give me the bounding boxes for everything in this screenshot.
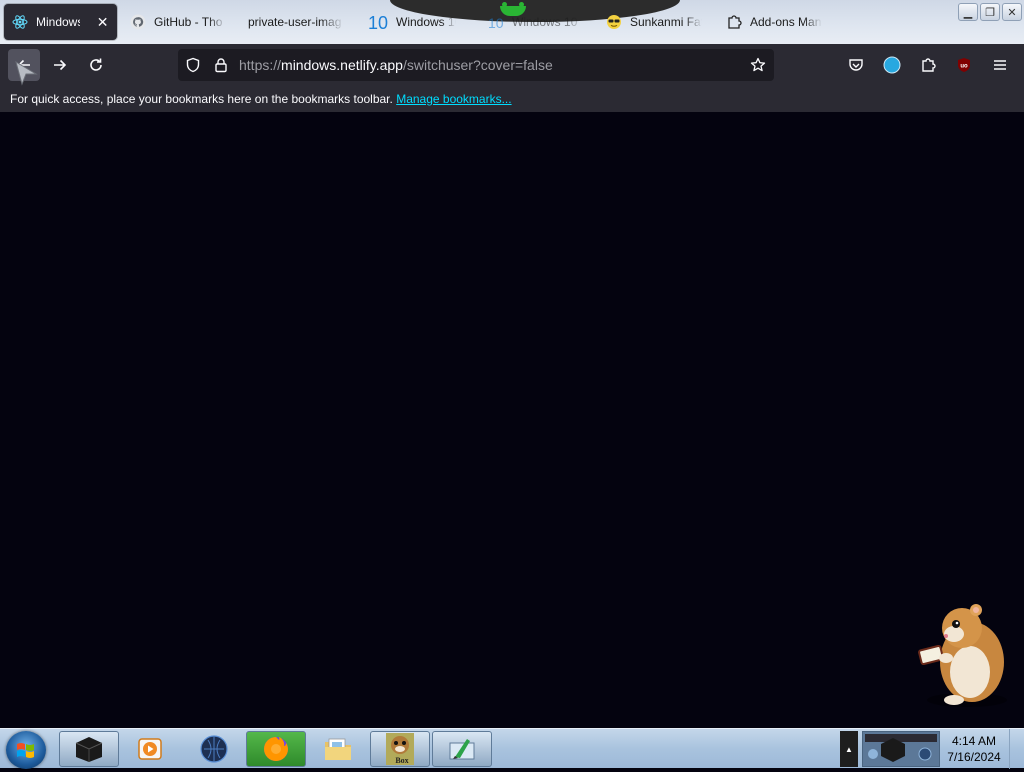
tab-windows10-a[interactable]: 10 Windows 10 bbox=[360, 4, 464, 40]
svg-text:uo: uo bbox=[960, 64, 968, 70]
reload-icon bbox=[90, 58, 102, 71]
url-scheme: https:// bbox=[239, 57, 282, 73]
url-host: mindows.netlify.app bbox=[281, 57, 403, 73]
start-button[interactable] bbox=[6, 731, 46, 769]
tray-app-preview[interactable] bbox=[862, 731, 940, 767]
mouse-cursor-icon bbox=[15, 60, 38, 86]
minimize-window-button[interactable]: ▁ bbox=[958, 3, 978, 21]
game-box-icon: Box bbox=[386, 733, 414, 765]
hamster-mascot-icon bbox=[918, 604, 1007, 707]
pocket-icon bbox=[849, 59, 863, 71]
terminal-icon bbox=[75, 737, 103, 762]
svg-text:10: 10 bbox=[488, 15, 504, 30]
tracking-protection-shield-icon[interactable] bbox=[185, 57, 201, 73]
svg-text:Box: Box bbox=[395, 756, 408, 765]
bookmarks-toolbar: For quick access, place your bookmarks h… bbox=[0, 86, 1024, 112]
show-desktop-button[interactable] bbox=[1009, 729, 1024, 769]
extensions-button[interactable] bbox=[912, 49, 944, 81]
url-text[interactable]: https://mindows.netlify.app/switchuser?c… bbox=[239, 57, 553, 73]
close-icon: ✕ bbox=[1007, 6, 1017, 19]
tab-title: Add-ons Man bbox=[750, 15, 822, 29]
theme-icon bbox=[883, 56, 901, 74]
taskbar-terminal[interactable] bbox=[59, 731, 119, 767]
url-path: /switchuser?cover=false bbox=[402, 57, 553, 73]
tab-mindows[interactable]: Mindows ✕ bbox=[4, 4, 117, 40]
reload-button[interactable] bbox=[80, 49, 112, 81]
bookmark-star-icon[interactable] bbox=[750, 57, 766, 73]
window-controls: ▁ ❐ ✕ bbox=[958, 3, 1022, 21]
puzzle-icon bbox=[726, 14, 742, 30]
tab-title: GitHub - Tho bbox=[154, 15, 223, 29]
theme-extension-button[interactable] bbox=[876, 49, 908, 81]
firefox-icon bbox=[264, 737, 288, 761]
bookmarks-hint: For quick access, place your bookmarks h… bbox=[10, 92, 512, 106]
react-icon bbox=[12, 14, 28, 30]
taskbar: Box ▲ 4:14 AM 7/16/2024 bbox=[0, 728, 1024, 769]
app-menu-button[interactable] bbox=[984, 49, 1016, 81]
windows10-logo-icon: 10 bbox=[488, 14, 504, 30]
media-player-icon bbox=[138, 738, 162, 760]
svg-text:10: 10 bbox=[368, 13, 388, 31]
windows-logo-icon bbox=[17, 743, 34, 758]
close-window-button[interactable]: ✕ bbox=[1002, 3, 1022, 21]
address-bar[interactable]: https://mindows.netlify.app/switchuser?c… bbox=[178, 49, 774, 81]
bookmarks-hint-text: For quick access, place your bookmarks h… bbox=[10, 92, 393, 106]
tab-title: Mindows bbox=[36, 15, 81, 29]
forward-arrow-icon bbox=[54, 59, 67, 71]
taskbar-firefox[interactable] bbox=[246, 731, 306, 767]
file-explorer-icon bbox=[325, 738, 351, 760]
taskbar-media-player[interactable] bbox=[120, 731, 180, 767]
ublock-icon: uo bbox=[958, 58, 970, 72]
restore-icon: ❐ bbox=[985, 6, 995, 19]
taskbar-game-box[interactable]: Box bbox=[370, 731, 430, 767]
clock-date: 7/16/2024 bbox=[947, 750, 1001, 764]
windows10-logo-icon: 10 bbox=[368, 13, 388, 31]
tab-windows10-b[interactable]: 10 Windows 10 bbox=[480, 4, 592, 40]
taskbar-paint[interactable] bbox=[432, 731, 492, 767]
tab-private-user-images[interactable]: private-user-imag bbox=[240, 4, 352, 40]
lock-icon[interactable] bbox=[213, 57, 229, 73]
sunglasses-icon bbox=[606, 14, 622, 30]
system-clock[interactable]: 4:14 AM 7/16/2024 bbox=[942, 733, 1006, 765]
navigation-toolbar: https://mindows.netlify.app/switchuser?c… bbox=[0, 44, 1024, 86]
paint-icon bbox=[449, 739, 475, 760]
menu-icon bbox=[994, 60, 1006, 70]
pocket-button[interactable] bbox=[840, 49, 872, 81]
taskbar-file-explorer[interactable] bbox=[308, 731, 368, 767]
close-tab-icon[interactable]: ✕ bbox=[96, 14, 109, 30]
github-icon bbox=[130, 14, 146, 30]
tab-title: Windows 10 bbox=[396, 15, 456, 29]
tab-github[interactable]: GitHub - Tho bbox=[122, 4, 234, 40]
manage-bookmarks-link[interactable]: Manage bookmarks... bbox=[396, 92, 511, 106]
taskbar-globe[interactable] bbox=[184, 731, 244, 767]
tray-app-thumbnail-icon bbox=[863, 732, 939, 766]
extensions-icon bbox=[922, 58, 936, 72]
page-content bbox=[0, 112, 1024, 728]
chevron-up-icon: ▲ bbox=[845, 744, 853, 754]
tab-sunkanmi[interactable]: Sunkanmi Faf bbox=[598, 4, 710, 40]
tab-title: Windows 10 bbox=[512, 15, 578, 29]
minimize-icon: ▁ bbox=[963, 6, 973, 19]
tab-title: Sunkanmi Faf bbox=[630, 15, 702, 29]
tab-title: private-user-imag bbox=[248, 15, 342, 29]
restore-window-button[interactable]: ❐ bbox=[980, 3, 1000, 21]
tab-addons-manager[interactable]: Add-ons Man bbox=[718, 4, 830, 40]
tab-strip: Mindows ✕ GitHub - Tho private-user-imag… bbox=[0, 0, 1024, 44]
forward-button[interactable] bbox=[44, 49, 76, 81]
ublock-button[interactable]: uo bbox=[948, 49, 980, 81]
globe-icon bbox=[200, 735, 228, 763]
show-hidden-icons-button[interactable]: ▲ bbox=[840, 731, 858, 767]
clock-time: 4:14 AM bbox=[951, 734, 997, 748]
